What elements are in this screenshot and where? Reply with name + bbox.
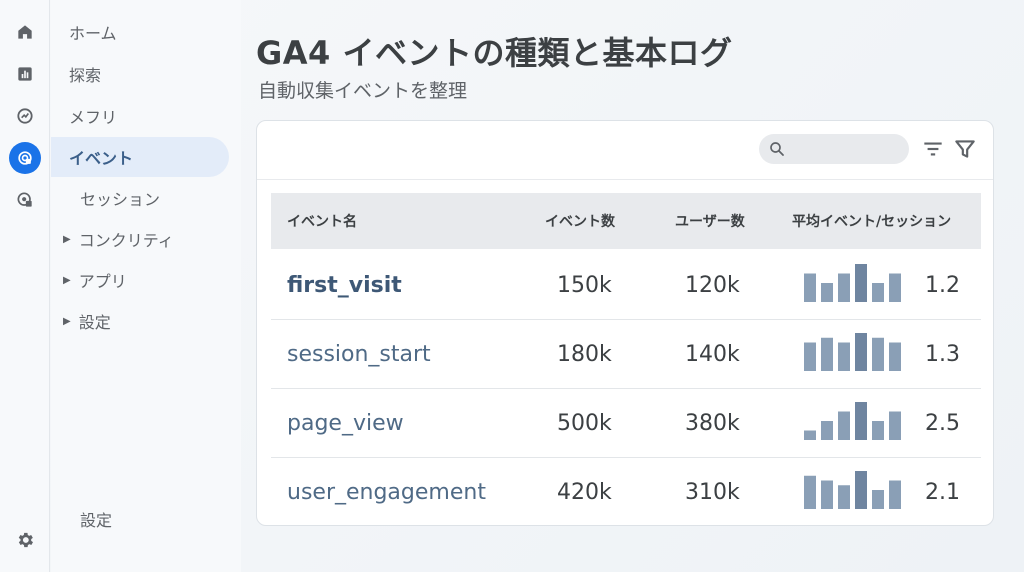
nav-footer-settings[interactable]: 設定 xyxy=(51,499,229,539)
search-icon xyxy=(770,142,784,156)
user-count: 380k xyxy=(685,411,740,436)
column-header-event-count[interactable]: イベント数 xyxy=(545,193,615,249)
sort-icon[interactable] xyxy=(920,136,946,162)
sparkline-bar xyxy=(872,283,884,302)
nav-item-events[interactable]: イベント xyxy=(51,137,229,177)
sparkline-bar xyxy=(872,490,884,509)
caret-right-icon: ▶ xyxy=(63,274,71,286)
event-count: 150k xyxy=(557,273,612,298)
table-row[interactable]: page_view 500k 380k 2.5 xyxy=(271,389,981,458)
toolbar-divider xyxy=(257,179,993,180)
nav-item-sessions[interactable]: セッション xyxy=(51,178,229,218)
sparkline-bar xyxy=(855,402,867,440)
nav-item-settings[interactable]: ▶ 設定 xyxy=(51,301,229,341)
sparkline-bar xyxy=(855,264,867,302)
sparkline-bar xyxy=(889,411,901,440)
user-count: 310k xyxy=(685,480,740,505)
column-header-avg-events[interactable]: 平均イベント/セッション xyxy=(792,193,951,249)
sparkline xyxy=(804,402,901,440)
sparkline-bar xyxy=(821,421,833,440)
sparkline-bar xyxy=(872,337,884,371)
nav-item-label: ホーム xyxy=(69,24,117,43)
advertising-icon[interactable] xyxy=(9,142,41,174)
sparkline-bar xyxy=(889,342,901,371)
sparkline xyxy=(804,264,901,302)
events-card: イベント名 イベント数 ユーザー数 平均イベント/セッション first_vis… xyxy=(256,120,994,526)
sparkline-bar xyxy=(889,273,901,302)
icon-rail xyxy=(0,0,50,572)
sparkline xyxy=(804,471,901,509)
sparkline-bar xyxy=(838,342,850,371)
event-name[interactable]: session_start xyxy=(287,320,431,389)
page-subtitle: 自動収集イベントを整理 xyxy=(258,80,468,102)
column-header-user-count[interactable]: ユーザー数 xyxy=(675,193,745,249)
sparkline-bar xyxy=(804,430,816,440)
nav-item-label: アプリ xyxy=(78,272,127,291)
nav-item-label: イベント xyxy=(69,149,134,168)
gear-icon[interactable] xyxy=(9,524,41,556)
page-title: GA4 イベントの種類と基本ログ xyxy=(256,34,733,72)
event-name[interactable]: page_view xyxy=(287,389,404,458)
caret-right-icon: ▶ xyxy=(63,233,71,245)
user-count: 120k xyxy=(685,273,740,298)
event-name[interactable]: first_visit xyxy=(287,251,402,320)
event-count: 180k xyxy=(557,342,612,367)
sparkline-bar xyxy=(804,273,816,302)
home-icon[interactable] xyxy=(9,16,41,48)
avg-events-per-session: 2.1 xyxy=(925,480,960,505)
table-row[interactable]: user_engagement 420k 310k 2.1 xyxy=(271,458,981,527)
sparkline-bar xyxy=(821,337,833,371)
avg-events-per-session: 2.5 xyxy=(925,411,960,436)
sparkline-bar xyxy=(838,273,850,302)
sparkline-bar xyxy=(855,333,867,371)
nav-item-mefuri[interactable]: メフリ xyxy=(51,96,229,136)
sparkline xyxy=(804,333,901,371)
caret-right-icon: ▶ xyxy=(63,315,71,327)
event-count: 420k xyxy=(557,480,612,505)
explore-icon[interactable] xyxy=(9,100,41,132)
sparkline-bar xyxy=(821,283,833,302)
avg-events-per-session: 1.2 xyxy=(925,273,960,298)
nav-item-label: 設定 xyxy=(78,313,111,332)
table-row[interactable]: session_start 180k 140k 1.3 xyxy=(271,320,981,389)
table-header: イベント名 イベント数 ユーザー数 平均イベント/セッション xyxy=(271,193,981,249)
event-name[interactable]: user_engagement xyxy=(287,458,486,527)
nav-item-conkuriti[interactable]: ▶ コンクリティ xyxy=(51,219,229,259)
nav-item-label: コンクリティ xyxy=(78,231,174,250)
nav-item-label: セッション xyxy=(80,190,161,209)
filter-icon[interactable] xyxy=(952,136,978,162)
event-count: 500k xyxy=(557,411,612,436)
sparkline-bar xyxy=(855,471,867,509)
configure-icon[interactable] xyxy=(9,184,41,216)
user-count: 140k xyxy=(685,342,740,367)
nav-item-home[interactable]: ホーム xyxy=(51,12,229,52)
nav-item-label: メフリ xyxy=(69,108,118,127)
sparkline-bar xyxy=(821,480,833,509)
nav-item-explore[interactable]: 探索 xyxy=(51,54,229,94)
sparkline-bar xyxy=(838,411,850,440)
search-input[interactable] xyxy=(759,134,909,164)
sparkline-bar xyxy=(872,421,884,440)
avg-events-per-session: 1.3 xyxy=(925,342,960,367)
sparkline-bar xyxy=(889,480,901,509)
nav-item-app[interactable]: ▶ アプリ xyxy=(51,260,229,300)
reports-icon[interactable] xyxy=(9,58,41,90)
sparkline-bar xyxy=(838,485,850,509)
sparkline-bar xyxy=(804,342,816,371)
table-row[interactable]: first_visit 150k 120k 1.2 xyxy=(271,251,981,320)
nav-panel: ホーム 探索 メフリ イベント セッション ▶ コンクリティ ▶ アプリ ▶ 設定 設… xyxy=(51,0,241,572)
sparkline-bar xyxy=(804,475,816,509)
nav-item-label: 設定 xyxy=(80,511,113,530)
column-header-event-name[interactable]: イベント名 xyxy=(287,193,357,249)
nav-item-label: 探索 xyxy=(69,66,102,85)
